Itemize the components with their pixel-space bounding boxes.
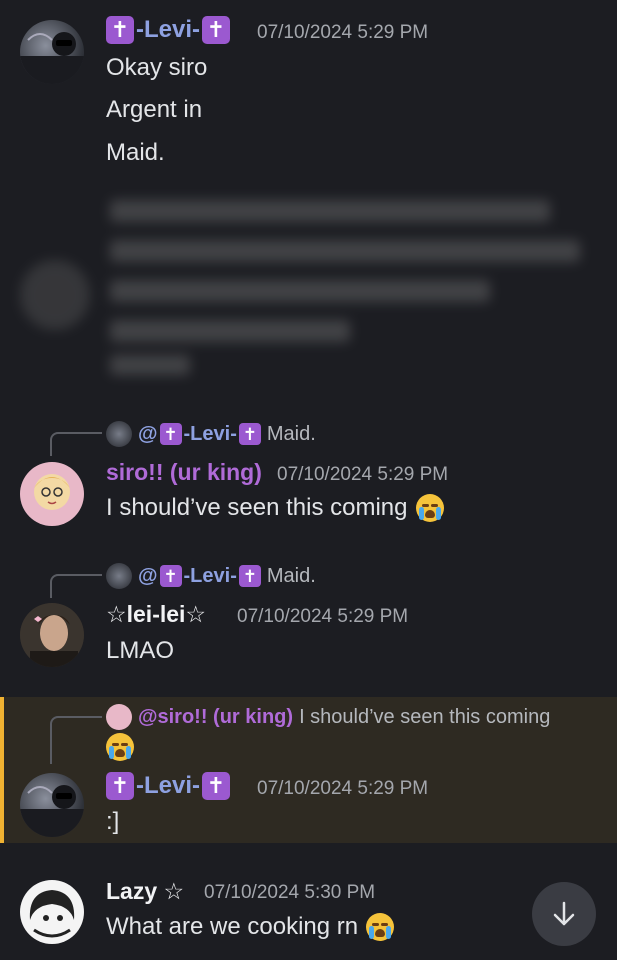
- avatar-lei-lei[interactable]: [20, 603, 84, 667]
- cross-icon: ✝: [159, 423, 182, 445]
- timestamp: 07/10/2024 5:29 PM: [237, 606, 409, 627]
- reply-mention[interactable]: @siro!! (ur king): [138, 706, 293, 729]
- author-name-lazy[interactable]: Lazy ☆: [106, 878, 184, 905]
- crying-emoji-icon: [366, 913, 395, 941]
- avatar-lazy[interactable]: [20, 880, 84, 944]
- scroll-to-bottom-button[interactable]: [532, 882, 596, 946]
- avatar-levi-mini: [106, 421, 132, 447]
- cross-icon: ✝: [106, 772, 134, 800]
- reply-text: Maid.: [266, 422, 316, 445]
- reply-preview[interactable]: @siro!! (ur king) I should’ve seen this …: [106, 704, 550, 730]
- arrow-down-icon: [553, 901, 575, 926]
- reply-preview[interactable]: @ ✝ -Levi- ✝ Maid.: [106, 421, 316, 447]
- cross-icon: ✝: [202, 16, 231, 44]
- author-name-levi[interactable]: ✝ -Levi- ✝: [106, 772, 231, 800]
- avatar-levi[interactable]: [20, 773, 84, 837]
- timestamp: 07/10/2024 5:29 PM: [257, 22, 429, 43]
- crying-emoji-icon: [106, 733, 134, 761]
- message-text: What are we cooking rn: [106, 913, 395, 941]
- timestamp: 07/10/2024 5:29 PM: [277, 464, 449, 485]
- reply-connector: [50, 432, 102, 456]
- message-line: Argent in: [106, 96, 203, 123]
- reply-mention[interactable]: @ ✝ -Levi- ✝: [138, 565, 261, 588]
- crying-emoji-icon: [415, 494, 444, 522]
- reply-text: I should’ve seen this coming: [299, 705, 551, 728]
- reply-preview[interactable]: @ ✝ -Levi- ✝ Maid.: [106, 563, 316, 589]
- avatar-siro[interactable]: [20, 462, 84, 526]
- blurred-content: [20, 190, 600, 390]
- reply-connector: [50, 716, 102, 764]
- author-name-siro[interactable]: siro!! (ur king): [106, 459, 262, 486]
- reply-connector: [50, 574, 102, 598]
- cross-icon: ✝: [238, 423, 261, 445]
- cross-icon: ✝: [202, 772, 231, 800]
- message-text: :]: [106, 808, 120, 835]
- reply-text: Maid.: [266, 564, 316, 587]
- avatar-siro-mini: [106, 704, 132, 730]
- avatar-levi-mini: [106, 563, 132, 589]
- timestamp: 07/10/2024 5:29 PM: [257, 778, 429, 799]
- message-line: Maid.: [106, 139, 165, 166]
- avatar-levi[interactable]: [20, 20, 84, 84]
- author-name-levi[interactable]: ✝ -Levi- ✝: [106, 16, 231, 44]
- message-text: I should’ve seen this coming: [106, 494, 444, 522]
- cross-icon: ✝: [238, 565, 261, 587]
- timestamp: 07/10/2024 5:30 PM: [204, 882, 376, 903]
- message-line: Okay siro: [106, 54, 208, 81]
- cross-icon: ✝: [106, 16, 134, 44]
- author-name-lei-lei[interactable]: ☆lei-lei☆: [106, 601, 206, 628]
- cross-icon: ✝: [159, 565, 182, 587]
- mention-highlight-bar: [0, 697, 4, 843]
- reply-mention[interactable]: @ ✝ -Levi- ✝: [138, 423, 261, 446]
- message-text: LMAO: [106, 637, 175, 664]
